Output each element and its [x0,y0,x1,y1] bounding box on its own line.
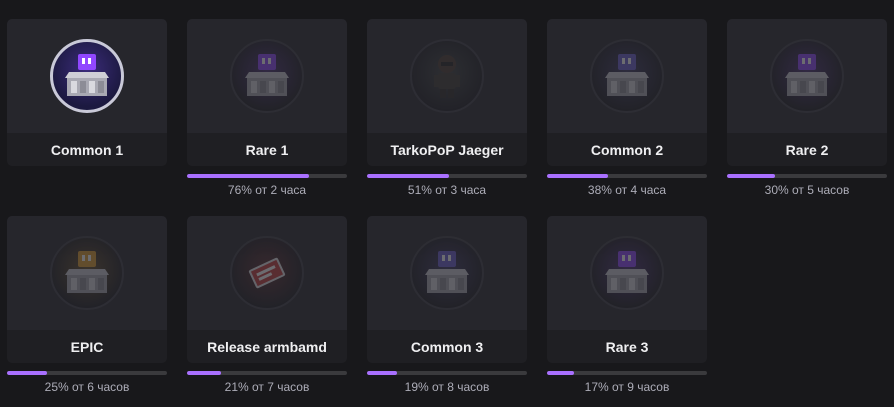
drop-name: Rare 3 [605,338,649,355]
drop-name: Common 2 [590,141,664,158]
progress-bar [547,371,707,375]
drop-card[interactable]: Rare 1 [187,19,347,166]
drop-card[interactable]: Common 3 [367,216,527,363]
progress-fill [367,371,398,375]
drop-card[interactable]: Common 1 [7,19,167,166]
progress-fill [187,174,309,178]
drop-name: Common 1 [50,141,124,158]
progress-text: 17% от 9 часов [584,380,670,394]
twitch-crate-icon [50,236,124,310]
twitch-crate-icon [590,39,664,113]
twitch-crate-icon [590,236,664,310]
drop-art [187,19,347,133]
drop-art [187,216,347,330]
drop-name: Rare 2 [785,141,829,158]
progress-bar [547,174,707,178]
progress-fill [187,371,221,375]
twitch-crate-icon [50,39,124,113]
progress-bar [7,371,167,375]
drop-card[interactable]: Rare 2 [727,19,887,166]
twitch-crate-icon [230,39,304,113]
drops-grid: Common 1 Rare 1 76% от 2 часа TarkoPoP Ja… [0,0,894,407]
drop-art [367,19,527,133]
drop-card[interactable]: TarkoPoP Jaeger [367,19,527,166]
progress-fill [367,174,449,178]
progress-bar [727,174,887,178]
progress-fill [547,174,608,178]
progress-bar [187,174,347,178]
progress-text: 76% от 2 часа [227,183,307,197]
drop-name: EPIC [70,338,104,355]
drop-art [547,216,707,330]
progress-text: 30% от 5 часов [764,183,850,197]
progress-fill [7,371,47,375]
armband-icon [230,236,304,310]
drop-card[interactable]: EPIC [7,216,167,363]
progress-bar [187,371,347,375]
progress-text: 19% от 8 часов [404,380,490,394]
progress-fill [727,174,775,178]
drop-art [367,216,527,330]
drop-art [7,19,167,133]
drop-card[interactable]: Common 2 [547,19,707,166]
jaeger-figure-icon [410,39,484,113]
progress-text: 21% от 7 часов [224,380,310,394]
drop-name: TarkoPoP Jaeger [390,141,504,158]
progress-bar [367,371,527,375]
drop-art [547,19,707,133]
drop-name: Common 3 [410,338,484,355]
drop-card[interactable]: Rare 3 [547,216,707,363]
drop-art [727,19,887,133]
progress-fill [547,371,575,375]
twitch-crate-icon [410,236,484,310]
twitch-crate-icon [770,39,844,113]
drop-name: Rare 1 [245,141,289,158]
progress-bar [367,174,527,178]
progress-text: 38% от 4 часа [587,183,667,197]
drop-art [7,216,167,330]
drop-name: Release armbamd [207,338,327,355]
progress-text: 51% от 3 часа [407,183,487,197]
progress-text: 25% от 6 часов [44,380,130,394]
drop-card[interactable]: Release armbamd [187,216,347,363]
